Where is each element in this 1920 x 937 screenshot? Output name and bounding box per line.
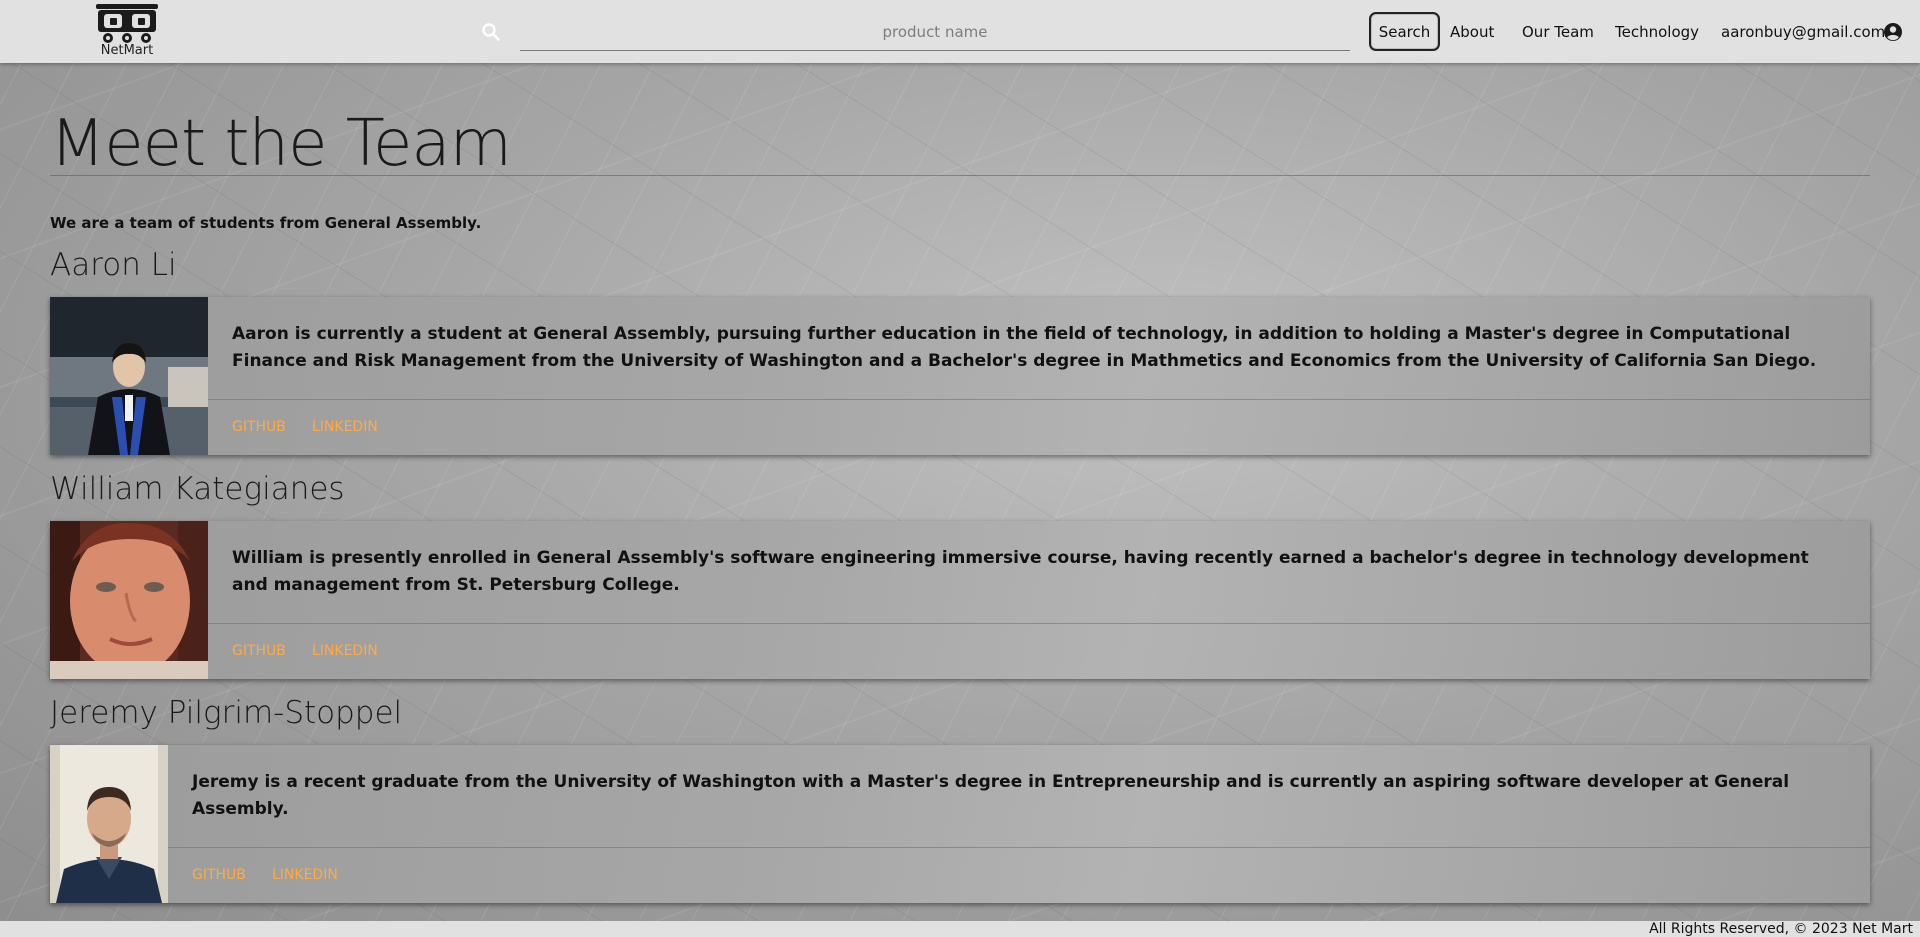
linkedin-link-william[interactable]: LINKEDIN: [312, 643, 378, 659]
robot-cart-logo-icon: [96, 4, 158, 43]
member-photo-jeremy: [50, 745, 168, 903]
member-links-aaron: GITHUB LINKEDIN: [208, 399, 1870, 456]
member-bio-aaron: Aaron is currently a student at General …: [232, 324, 1817, 371]
member-card-body-william: William is presently enrolled in General…: [208, 521, 1870, 679]
linkedin-link-jeremy[interactable]: LINKEDIN: [272, 867, 338, 883]
member-name-jeremy: Jeremy Pilgrim-Stoppel: [50, 695, 403, 731]
member-bio-jeremy: Jeremy is a recent graduate from the Uni…: [192, 772, 1790, 819]
member-bio-william: William is presently enrolled in General…: [232, 548, 1809, 595]
member-photo-aaron: [50, 297, 208, 455]
search-icon: [482, 23, 500, 41]
member-card-body-jeremy: Jeremy is a recent graduate from the Uni…: [168, 745, 1870, 903]
page-title: Meet the Team: [50, 107, 512, 181]
member-card-william: William is presently enrolled in General…: [50, 521, 1870, 679]
member-links-jeremy: GITHUB LINKEDIN: [168, 847, 1870, 904]
account-circle-icon[interactable]: [1883, 22, 1903, 42]
github-link-william[interactable]: GITHUB: [232, 643, 286, 659]
member-photo-william: [50, 521, 208, 679]
member-card-body-aaron: Aaron is currently a student at General …: [208, 297, 1870, 455]
footer-copyright: All Rights Reserved, © 2023 Net Mart: [1649, 921, 1913, 937]
member-name-william: William Kategianes: [50, 471, 345, 507]
product-search-input[interactable]: [520, 14, 1350, 51]
nav-technology-link[interactable]: Technology: [1615, 23, 1699, 41]
linkedin-link-aaron[interactable]: LINKEDIN: [312, 419, 378, 435]
user-email-link[interactable]: aaronbuy@gmail.com: [1721, 23, 1885, 41]
member-name-aaron: Aaron Li: [50, 247, 177, 283]
top-navbar: NetMart Search About Our Team Technology…: [0, 0, 1920, 63]
title-divider: [50, 175, 1870, 176]
nav-about-link[interactable]: About: [1450, 23, 1494, 41]
member-links-william: GITHUB LINKEDIN: [208, 623, 1870, 680]
logo-text: NetMart: [100, 43, 154, 58]
search-button[interactable]: Search: [1369, 12, 1440, 51]
member-card-jeremy: Jeremy is a recent graduate from the Uni…: [50, 745, 1870, 903]
github-link-aaron[interactable]: GITHUB: [232, 419, 286, 435]
page-footer: All Rights Reserved, © 2023 Net Mart: [0, 921, 1920, 937]
team-intro-text: We are a team of students from General A…: [50, 214, 482, 232]
github-link-jeremy[interactable]: GITHUB: [192, 867, 246, 883]
nav-our-team-link[interactable]: Our Team: [1522, 23, 1594, 41]
member-card-aaron: Aaron is currently a student at General …: [50, 297, 1870, 455]
netmart-logo[interactable]: NetMart: [92, 2, 162, 60]
